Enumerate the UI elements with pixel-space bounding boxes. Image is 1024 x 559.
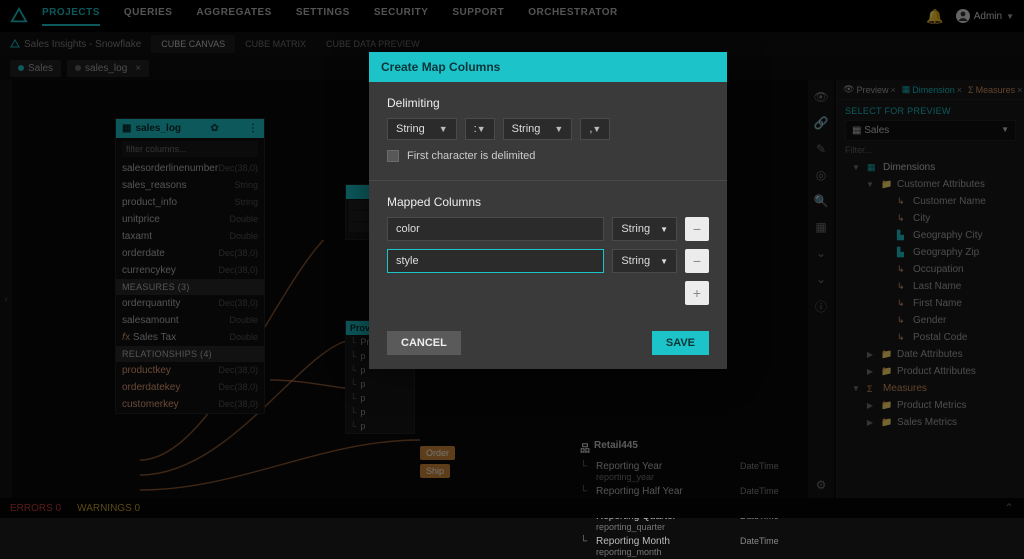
delimit-sep-2-select[interactable]: ,▼ [580,118,610,140]
delimit-sep-1-select[interactable]: :▼ [465,118,495,140]
modal-title: Create Map Columns [369,52,727,82]
remove-mapped-row-button-1[interactable]: − [685,249,709,273]
mapped-name-input-0[interactable] [387,217,604,241]
add-mapped-column-button[interactable]: + [685,281,709,305]
remove-mapped-row-button-0[interactable]: − [685,217,709,241]
first-char-delimited-checkbox[interactable]: First character is delimited [387,150,709,162]
mapped-type-select-1[interactable]: String▼ [612,249,677,273]
retail-reporting_month[interactable]: └Reporting Monthreporting_monthDateTime [580,534,800,559]
mapped-row-1: String▼− [387,249,709,273]
checkbox-icon [387,150,399,162]
save-button[interactable]: SAVE [652,331,709,355]
mapped-name-input-1[interactable] [387,249,604,273]
mapped-type-select-0[interactable]: String▼ [612,217,677,241]
mapped-row-0: String▼− [387,217,709,241]
delimit-type-1-select[interactable]: String▼ [387,118,457,140]
mapped-columns-label: Mapped Columns [387,195,709,209]
delimiting-label: Delimiting [387,96,709,110]
cancel-button[interactable]: CANCEL [387,331,461,355]
create-map-columns-modal: Create Map Columns Delimiting String▼ :▼… [369,52,727,369]
delimit-type-2-select[interactable]: String▼ [503,118,573,140]
